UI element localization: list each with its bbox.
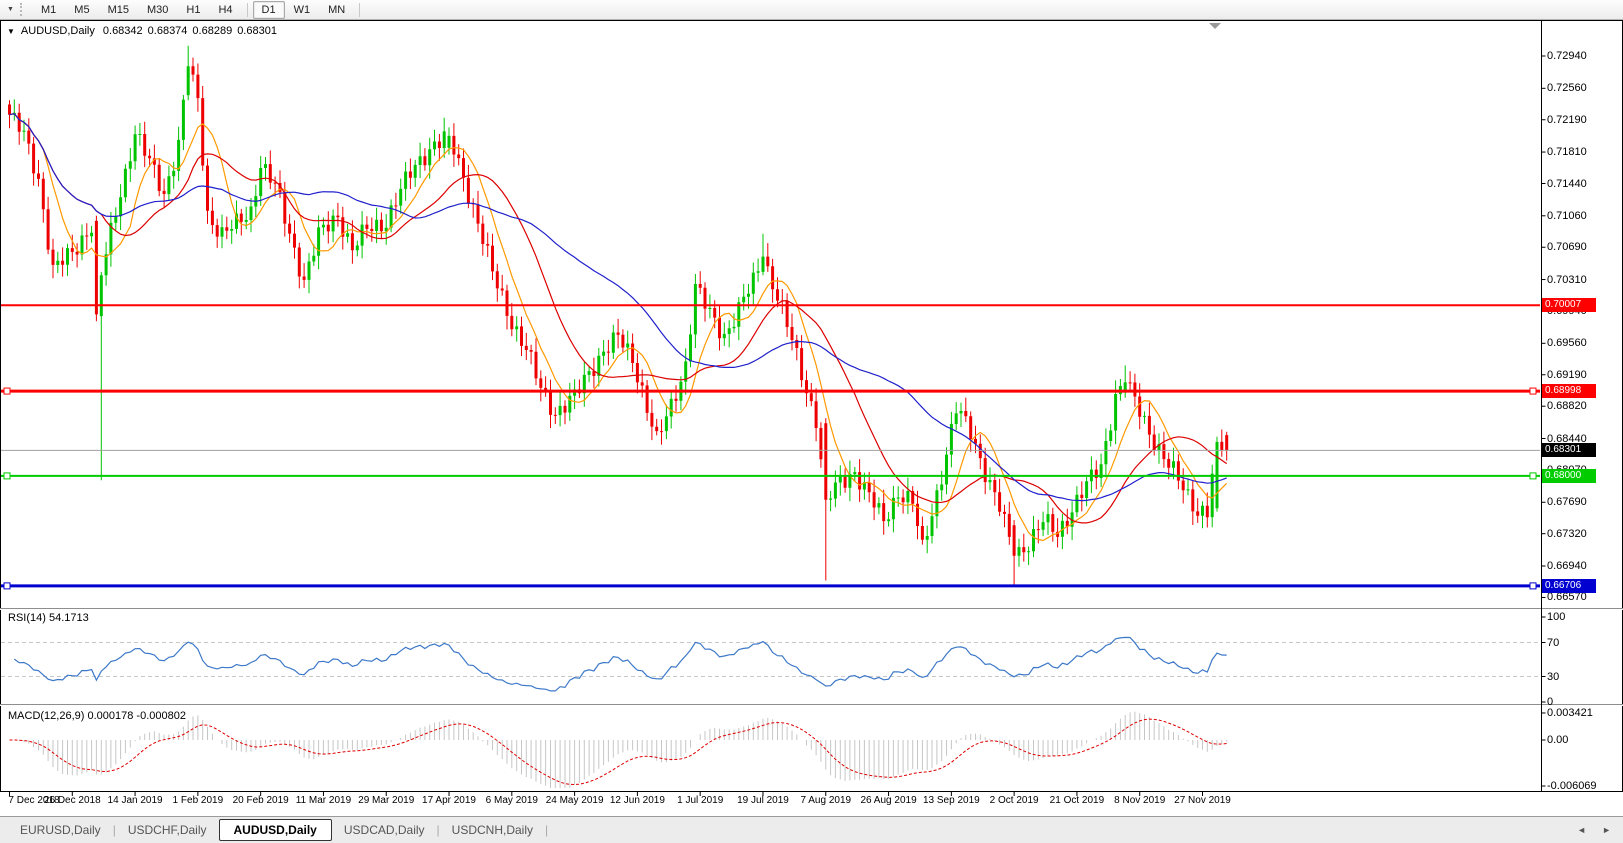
date-label: 13 Sep 2019 xyxy=(923,795,980,806)
shift-end-marker xyxy=(1209,23,1221,29)
date-label: 6 May 2019 xyxy=(486,795,538,806)
chart-tab-bar: EURUSD,Daily|USDCHF,DailyAUDUSD,DailyUSD… xyxy=(0,816,1623,843)
price-badge-0.68000: 0.68000 xyxy=(1542,469,1596,483)
line-handle[interactable] xyxy=(4,583,10,589)
tabs-scroll-right-icon[interactable]: ► xyxy=(1602,825,1611,835)
macd-tick-label: -0.006069 xyxy=(1547,780,1597,792)
tab-divider: | xyxy=(545,823,548,837)
tab-usdchf[interactable]: USDCHF,Daily xyxy=(116,820,219,840)
chart-title: ▼ AUDUSD,Daily 0.68342 0.68374 0.68289 0… xyxy=(7,25,282,37)
price-tick-label: 0.71810 xyxy=(1547,146,1587,158)
line-handle[interactable] xyxy=(1530,473,1536,479)
rsi-line xyxy=(14,637,1226,691)
timeframe-button-w1[interactable]: W1 xyxy=(285,1,320,19)
timeframe-buttons: M1M5M15M30H1H4 D1W1MN xyxy=(32,1,365,19)
tab-usdcad[interactable]: USDCAD,Daily xyxy=(332,820,437,840)
timeframe-button-m5[interactable]: M5 xyxy=(65,1,98,19)
date-label: 1 Jul 2019 xyxy=(677,795,723,806)
candle-wicks-down xyxy=(10,58,1227,587)
price-tick-label: 0.70690 xyxy=(1547,241,1587,253)
rsi-tick-label: 100 xyxy=(1547,611,1565,623)
chart-plot-area xyxy=(1,46,1540,788)
date-label: 17 Apr 2019 xyxy=(422,795,476,806)
date-label: 1 Feb 2019 xyxy=(173,795,224,806)
moving-average-45 xyxy=(10,114,1227,501)
price-badge-0.68301: 0.68301 xyxy=(1542,443,1596,457)
macd-tick-label: 0.003421 xyxy=(1547,707,1593,719)
price-tick-label: 0.72560 xyxy=(1547,82,1587,94)
date-label: 19 Jul 2019 xyxy=(737,795,789,806)
candle-bodies-down xyxy=(8,66,1228,556)
toolbar-grip xyxy=(20,3,26,16)
tab-usdcnh[interactable]: USDCNH,Daily xyxy=(440,820,545,840)
tab-audusd[interactable]: AUDUSD,Daily xyxy=(219,819,332,841)
price-badge-0.70007: 0.70007 xyxy=(1542,298,1596,312)
toolbar-separator xyxy=(359,3,360,17)
date-label: 26 Dec 2018 xyxy=(44,795,101,806)
macd-histogram xyxy=(10,712,1227,788)
line-handle[interactable] xyxy=(1530,583,1536,589)
line-handle[interactable] xyxy=(1530,388,1536,394)
price-badge-0.68998: 0.68998 xyxy=(1542,384,1596,398)
price-tick-label: 0.72940 xyxy=(1547,50,1587,62)
chart-symbol-label: AUDUSD,Daily xyxy=(21,25,95,37)
date-label: 26 Aug 2019 xyxy=(860,795,916,806)
timeframe-button-mn[interactable]: MN xyxy=(319,1,354,19)
date-label: 12 Jun 2019 xyxy=(610,795,665,806)
date-label: 11 Mar 2019 xyxy=(296,795,351,806)
date-label: 24 May 2019 xyxy=(546,795,604,806)
price-chart-canvas[interactable] xyxy=(0,0,1623,843)
price-tick-label: 0.69560 xyxy=(1547,337,1587,349)
toolbar-separator xyxy=(247,3,248,17)
candle-bodies-up xyxy=(13,66,1219,556)
rsi-tick-label: 70 xyxy=(1547,637,1559,649)
macd-tick-label: 0.00 xyxy=(1547,734,1568,746)
ohlc-close: 0.68301 xyxy=(237,25,277,37)
date-label: 8 Nov 2019 xyxy=(1114,795,1165,806)
line-handle[interactable] xyxy=(4,473,10,479)
timeframe-button-d1[interactable]: D1 xyxy=(253,1,285,19)
price-tick-label: 0.67690 xyxy=(1547,496,1587,508)
price-tick-label: 0.69190 xyxy=(1547,369,1587,381)
date-label: 27 Nov 2019 xyxy=(1174,795,1231,806)
timeframe-button-h4[interactable]: H4 xyxy=(209,1,241,19)
tabs-scroll-left-icon[interactable]: ◄ xyxy=(1577,825,1586,835)
timeframe-button-h1[interactable]: H1 xyxy=(177,1,209,19)
ohlc-low: 0.68289 xyxy=(192,25,232,37)
date-label: 7 Aug 2019 xyxy=(800,795,851,806)
rsi-tick-label: 30 xyxy=(1547,671,1559,683)
tab-eurusd[interactable]: EURUSD,Daily xyxy=(8,820,113,840)
date-label: 29 Mar 2019 xyxy=(358,795,414,806)
macd-label: MACD(12,26,9) 0.000178 -0.000802 xyxy=(8,710,186,722)
date-label: 20 Feb 2019 xyxy=(233,795,289,806)
toolbar-dropdown-icon[interactable]: ▼ xyxy=(3,2,18,18)
price-tick-label: 0.66940 xyxy=(1547,560,1587,572)
moving-average-20 xyxy=(10,114,1227,523)
price-badge-0.66706: 0.66706 xyxy=(1542,579,1596,593)
price-tick-label: 0.68820 xyxy=(1547,400,1587,412)
timeframe-button-m15[interactable]: M15 xyxy=(99,1,138,19)
price-tick-label: 0.71060 xyxy=(1547,210,1587,222)
price-tick-label: 0.71440 xyxy=(1547,178,1587,190)
chart-collapse-icon[interactable]: ▼ xyxy=(7,27,15,36)
mt4-terminal: ▼ M1M5M15M30H1H4 D1W1MN ▼ AUDUSD,Daily 0.… xyxy=(0,0,1623,843)
price-tick-label: 0.66570 xyxy=(1547,591,1587,603)
date-label: 14 Jan 2019 xyxy=(108,795,163,806)
price-tick-label: 0.70310 xyxy=(1547,274,1587,286)
timeframe-toolbar: ▼ M1M5M15M30H1H4 D1W1MN xyxy=(0,0,1623,20)
price-tick-label: 0.72190 xyxy=(1547,114,1587,126)
rsi-label: RSI(14) 54.1713 xyxy=(8,612,89,624)
timeframe-button-m1[interactable]: M1 xyxy=(32,1,65,19)
timeframe-button-m30[interactable]: M30 xyxy=(138,1,177,19)
line-handle[interactable] xyxy=(4,388,10,394)
date-label: 2 Oct 2019 xyxy=(990,795,1039,806)
date-label: 21 Oct 2019 xyxy=(1050,795,1104,806)
ohlc-open: 0.68342 xyxy=(103,25,143,37)
ohlc-high: 0.68374 xyxy=(148,25,188,37)
price-tick-label: 0.67320 xyxy=(1547,528,1587,540)
tab-scroll-arrows: ◄ ► xyxy=(1577,825,1611,835)
